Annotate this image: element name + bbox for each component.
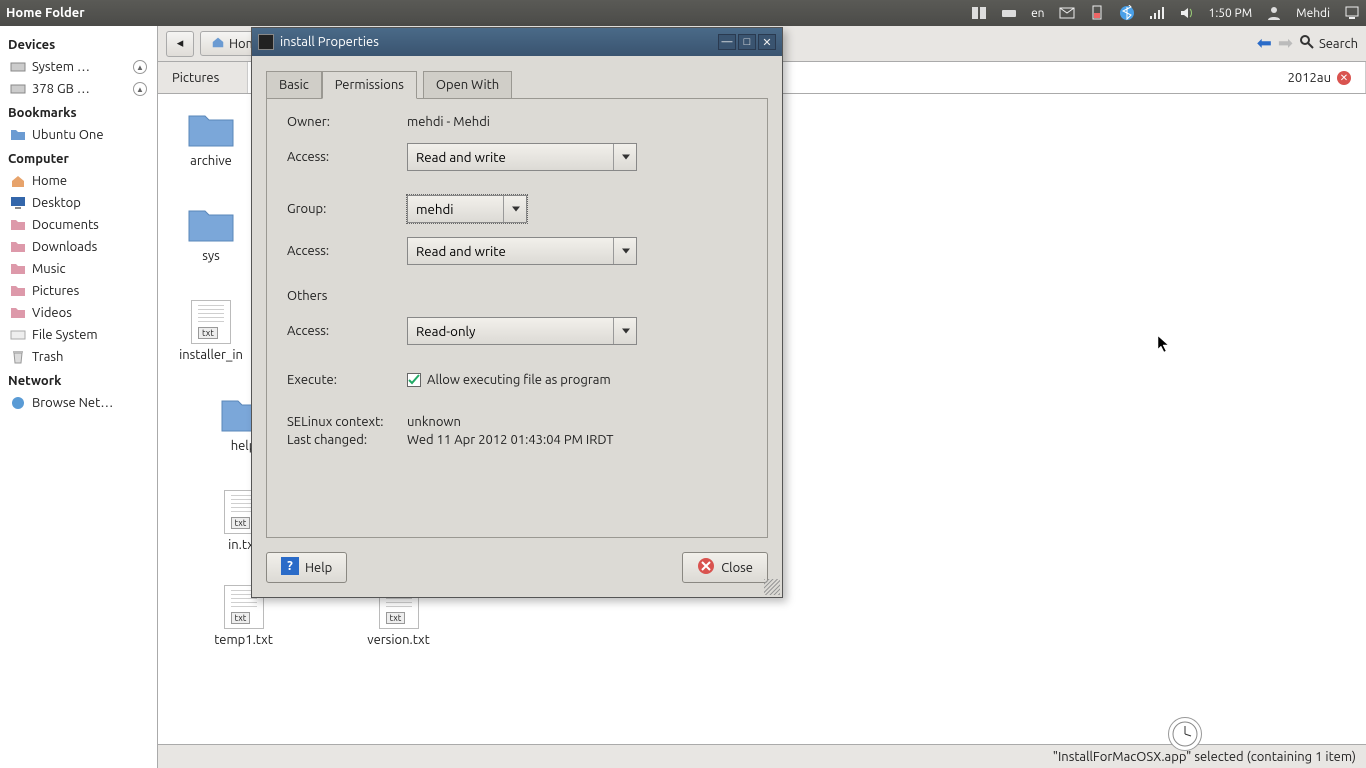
group-label: Group: — [287, 202, 407, 216]
properties-dialog: install Properties — □ ✕ Basic Permissio… — [251, 27, 783, 598]
statusbar-text: "InstallForMacOSX.app" selected (contain… — [1053, 750, 1356, 764]
home-icon — [10, 173, 26, 189]
folder-icon — [10, 305, 26, 321]
dialog-titlebar[interactable]: install Properties — □ ✕ — [252, 28, 782, 56]
sidebar: Devices System … ▲ 378 GB … ▲ Bookmarks … — [0, 26, 158, 768]
group-access-label: Access: — [287, 244, 407, 258]
folder-icon — [187, 205, 235, 245]
nav-fwd-icon[interactable]: ➡ — [1278, 33, 1293, 54]
sidebar-item-pictures[interactable]: Pictures — [4, 280, 153, 302]
sidebar-item-trash[interactable]: Trash — [4, 346, 153, 368]
eject-icon[interactable]: ▲ — [133, 82, 147, 96]
trash-icon — [10, 349, 26, 365]
file-item[interactable]: temp1.txt — [166, 585, 321, 680]
home-icon — [211, 35, 225, 52]
selinux-label: SELinux context: — [287, 415, 407, 429]
file-item[interactable]: sys — [166, 205, 256, 300]
statusbar: "InstallForMacOSX.app" selected (contain… — [158, 744, 1366, 768]
bluetooth-icon[interactable] — [1119, 5, 1135, 21]
sidebar-item-filesystem[interactable]: File System — [4, 324, 153, 346]
maximize-button[interactable]: □ — [738, 34, 756, 50]
drive-icon — [10, 59, 26, 75]
lastchanged-value: Wed 11 Apr 2012 01:43:04 PM IRDT — [407, 433, 614, 447]
battery-icon[interactable] — [1089, 5, 1105, 21]
svg-text:?: ? — [287, 559, 293, 573]
owner-access-combo[interactable]: Read and write — [407, 143, 637, 171]
tab-openwith[interactable]: Open With — [423, 71, 512, 99]
user-icon — [1266, 5, 1282, 21]
close-button[interactable]: Close — [682, 552, 768, 583]
bookmark-item[interactable]: Ubuntu One — [4, 124, 153, 146]
others-access-label: Access: — [287, 324, 407, 338]
network-header: Network — [8, 374, 149, 388]
folder-icon — [10, 239, 26, 255]
bookmarks-header: Bookmarks — [8, 106, 149, 120]
folder-icon — [10, 283, 26, 299]
globe-icon — [10, 395, 26, 411]
search-button[interactable]: Search — [1299, 34, 1358, 53]
folder-icon — [10, 217, 26, 233]
lastchanged-label: Last changed: — [287, 433, 407, 447]
tab-pictures[interactable]: Pictures — [158, 62, 248, 93]
folder-icon — [10, 261, 26, 277]
help-icon: ? — [281, 557, 299, 578]
language-indicator[interactable]: en — [1031, 7, 1044, 20]
drive-icon — [10, 81, 26, 97]
sidebar-item-downloads[interactable]: Downloads — [4, 236, 153, 258]
file-item[interactable]: version.txt — [321, 585, 476, 680]
text-file-icon — [191, 300, 231, 344]
close-icon — [697, 557, 715, 578]
network-icon[interactable] — [1149, 5, 1165, 21]
username-label[interactable]: Mehdi — [1296, 7, 1330, 20]
session-icon[interactable] — [1344, 5, 1360, 21]
mail-icon[interactable] — [1059, 5, 1075, 21]
others-access-combo[interactable]: Read-only — [407, 317, 637, 345]
top-panel: Home Folder en 1:50 PM Mehdi — [0, 0, 1366, 26]
group-combo[interactable]: mehdi — [407, 195, 527, 223]
eject-icon[interactable]: ▲ — [133, 60, 147, 74]
panel-title: Home Folder — [6, 6, 971, 20]
file-item[interactable]: archive — [166, 110, 256, 205]
nav-back-icon[interactable]: ⬅ — [1257, 33, 1272, 54]
tab-basic[interactable]: Basic — [266, 71, 322, 99]
clock-label[interactable]: 1:50 PM — [1209, 7, 1253, 20]
others-header: Others — [287, 289, 407, 303]
close-tab-icon[interactable]: ✕ — [1337, 71, 1351, 85]
group-access-combo[interactable]: Read and write — [407, 237, 637, 265]
execute-checkbox[interactable]: Allow executing file as program — [407, 373, 611, 387]
owner-value: mehdi - Mehdi — [407, 115, 747, 129]
owner-access-label: Access: — [287, 150, 407, 164]
folder-icon — [10, 127, 26, 143]
back-button[interactable]: ◂ — [166, 31, 194, 57]
disk-icon — [10, 327, 26, 343]
dictionary-icon[interactable] — [971, 5, 987, 21]
sidebar-item-music[interactable]: Music — [4, 258, 153, 280]
devices-header: Devices — [8, 38, 149, 52]
dialog-icon — [258, 34, 274, 50]
device-item[interactable]: 378 GB … ▲ — [4, 78, 153, 100]
dialog-title: install Properties — [280, 35, 379, 49]
tab-permissions[interactable]: Permissions — [322, 71, 417, 99]
help-button[interactable]: ? Help — [266, 552, 347, 583]
device-item[interactable]: System … ▲ — [4, 56, 153, 78]
sidebar-item-videos[interactable]: Videos — [4, 302, 153, 324]
sidebar-item-documents[interactable]: Documents — [4, 214, 153, 236]
sidebar-item-desktop[interactable]: Desktop — [4, 192, 153, 214]
sidebar-item-network[interactable]: Browse Net… — [4, 392, 153, 414]
owner-label: Owner: — [287, 115, 407, 129]
file-item[interactable]: installer_in — [166, 300, 256, 395]
close-window-button[interactable]: ✕ — [758, 34, 776, 50]
desktop-icon — [10, 195, 26, 211]
clock-widget-icon[interactable] — [1168, 717, 1202, 751]
sidebar-item-home[interactable]: Home — [4, 170, 153, 192]
computer-header: Computer — [8, 152, 149, 166]
folder-icon — [187, 110, 235, 150]
volume-icon[interactable] — [1179, 5, 1195, 21]
selinux-value: unknown — [407, 415, 461, 429]
minimize-button[interactable]: — — [718, 34, 736, 50]
resize-grip[interactable] — [764, 579, 780, 595]
keyboard-icon[interactable] — [1001, 5, 1017, 21]
search-icon — [1299, 34, 1315, 53]
execute-label: Execute: — [287, 373, 407, 387]
